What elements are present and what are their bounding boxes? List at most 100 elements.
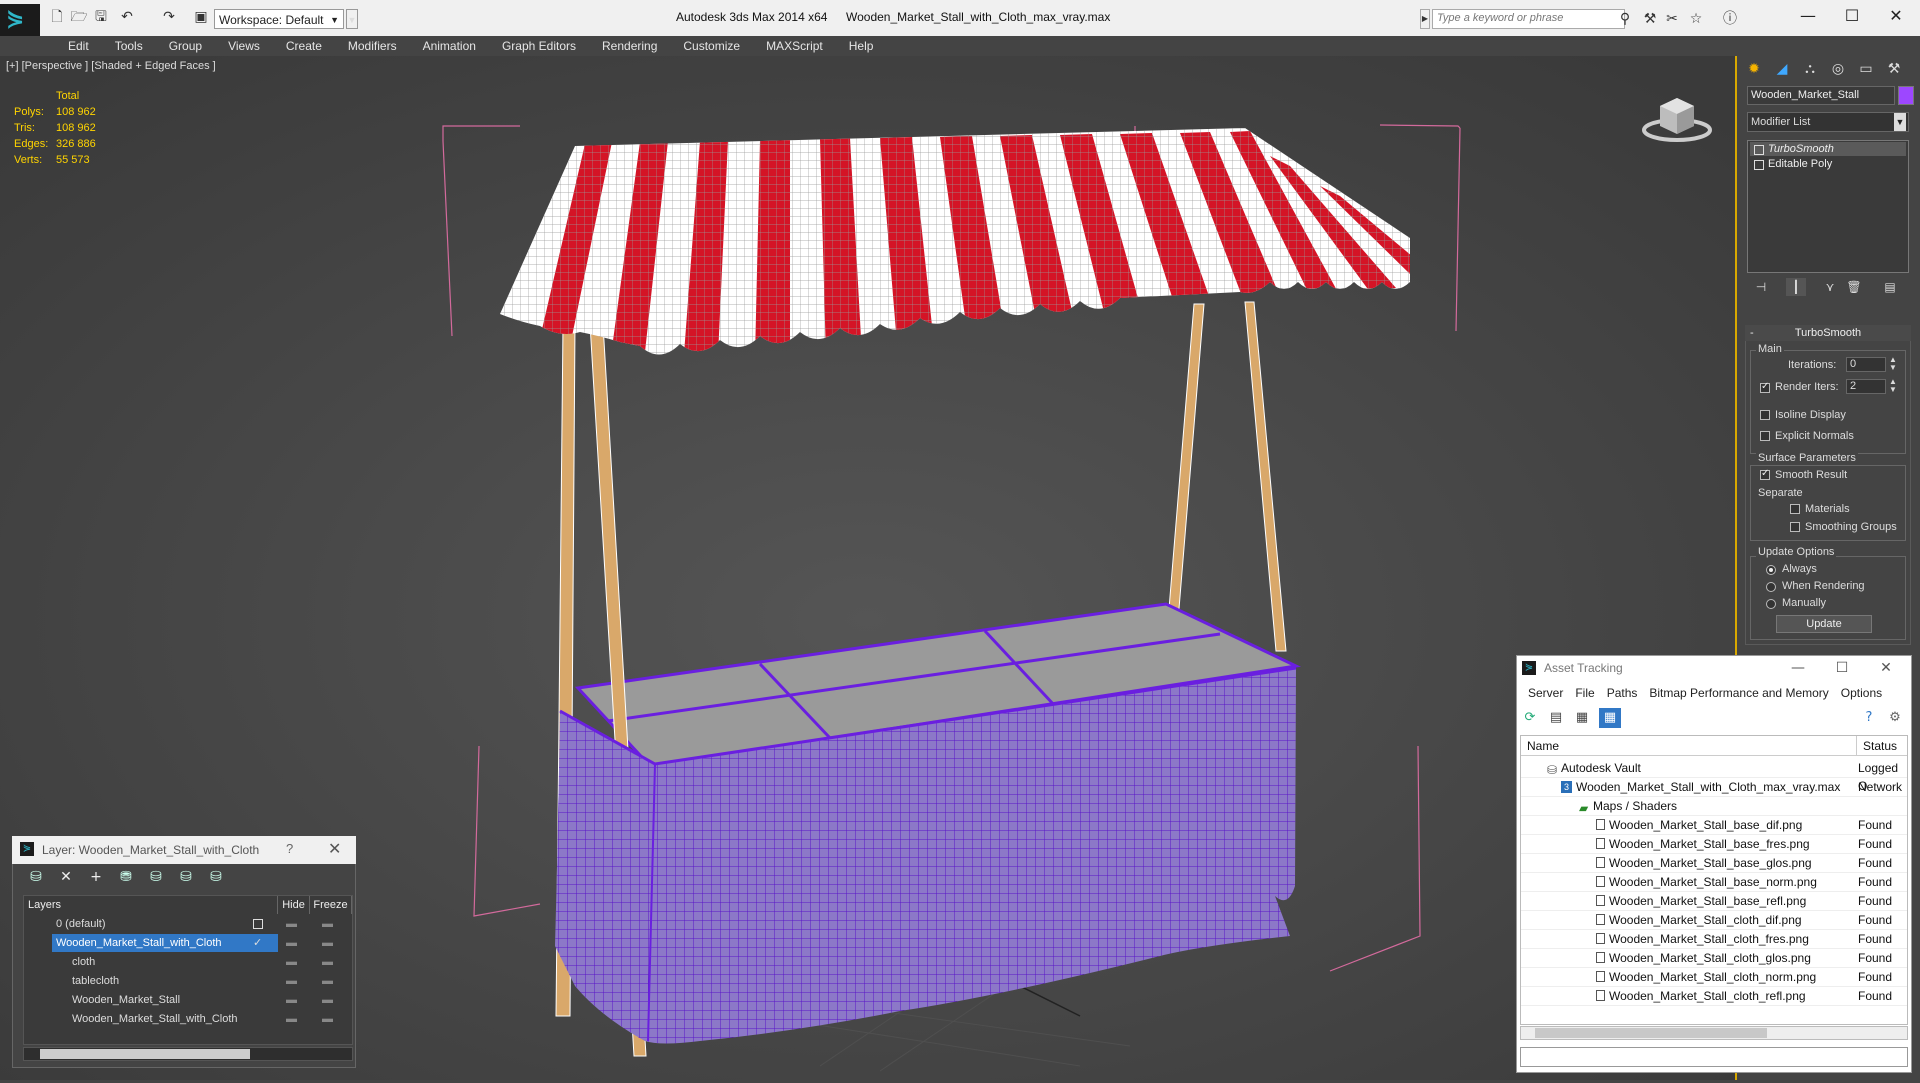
- turbosmooth-rollout-header[interactable]: - TurboSmooth: [1745, 325, 1911, 341]
- asset-row[interactable]: Wooden_Market_Stall_cloth_dif.png Found: [1521, 911, 1907, 930]
- menu-customize[interactable]: Customize: [670, 36, 753, 56]
- minimize-icon[interactable]: —: [1778, 657, 1818, 679]
- object-color-swatch[interactable]: [1898, 86, 1914, 105]
- undo-icon[interactable]: ↶: [118, 8, 136, 26]
- quick-access-more-button[interactable]: ▼: [346, 9, 358, 29]
- help-button[interactable]: ?: [286, 841, 293, 856]
- menu-tools[interactable]: Tools: [102, 36, 156, 56]
- column-header-name[interactable]: Name: [1521, 736, 1857, 756]
- current-layer-check-icon[interactable]: ✓: [253, 934, 262, 952]
- workspace-dropdown[interactable]: Workspace: Default ▼: [214, 9, 344, 29]
- configure-modifier-sets-icon[interactable]: ▤: [1880, 278, 1900, 296]
- hide-unhide-all-icon[interactable]: ⛁: [175, 866, 197, 888]
- favorites-star-icon[interactable]: ☆: [1686, 9, 1706, 29]
- stack-item-editable-poly[interactable]: Editable Poly: [1750, 157, 1906, 171]
- asset-row[interactable]: Wooden_Market_Stall_base_fres.png Found: [1521, 835, 1907, 854]
- viewport-label[interactable]: [+] [Perspective ] [Shaded + Edged Faces…: [6, 60, 216, 72]
- maximize-icon[interactable]: ☐: [1830, 4, 1874, 28]
- menu-edit[interactable]: Edit: [55, 36, 102, 56]
- smooth-result-checkbox[interactable]: [1760, 468, 1770, 480]
- help-icon[interactable]: ?: [1858, 708, 1880, 728]
- show-end-result-icon[interactable]: ┃: [1786, 278, 1806, 296]
- refresh-icon[interactable]: ⟳: [1519, 708, 1541, 728]
- menu-bitmap-performance[interactable]: Bitmap Performance and Memory: [1643, 683, 1834, 703]
- create-tab-icon[interactable]: ✹: [1742, 58, 1766, 80]
- layer-row[interactable]: Wooden_Market_Stall_with_Cloth ▬ ▬: [24, 1010, 352, 1028]
- close-icon[interactable]: ✕: [1866, 657, 1906, 679]
- menu-group[interactable]: Group: [156, 36, 215, 56]
- asset-row[interactable]: Wooden_Market_Stall_cloth_norm.png Found: [1521, 968, 1907, 987]
- communication-center-icon[interactable]: ✂: [1662, 9, 1682, 29]
- help-icon[interactable]: ⓘ: [1720, 9, 1740, 29]
- asset-row[interactable]: 3 Wooden_Market_Stall_with_Cloth_max_vray…: [1521, 778, 1907, 797]
- menu-views[interactable]: Views: [215, 36, 273, 56]
- new-file-icon[interactable]: 🗋: [48, 8, 66, 26]
- layer-row[interactable]: Wooden_Market_Stall_with_Cloth ✓ ▬ ▬: [24, 934, 352, 952]
- asset-row[interactable]: Wooden_Market_Stall_base_glos.png Found: [1521, 854, 1907, 873]
- column-header-status[interactable]: Status: [1857, 736, 1907, 756]
- layer-row[interactable]: tablecloth ▬ ▬: [24, 972, 352, 990]
- layer-row[interactable]: Wooden_Market_Stall ▬ ▬: [24, 991, 352, 1009]
- column-header-freeze[interactable]: Freeze: [310, 896, 352, 914]
- open-file-icon[interactable]: 🗁: [70, 8, 88, 26]
- modify-tab-icon[interactable]: ◢: [1770, 58, 1794, 80]
- freeze-unfreeze-all-icon[interactable]: ⛁: [205, 866, 227, 888]
- menu-options[interactable]: Options: [1835, 683, 1888, 703]
- expand-plus-icon[interactable]: [1754, 160, 1764, 170]
- app-logo-button[interactable]: ⋟: [0, 4, 40, 36]
- smoothing-groups-checkbox[interactable]: [1790, 522, 1800, 532]
- menu-create[interactable]: Create: [273, 36, 335, 56]
- asset-row[interactable]: ⛁ Autodesk Vault Logged O: [1521, 759, 1907, 793]
- binoculars-icon[interactable]: ⚲: [1615, 9, 1635, 29]
- maximize-icon[interactable]: ☐: [1822, 657, 1862, 679]
- asset-row[interactable]: Wooden_Market_Stall_cloth_glos.png Found: [1521, 949, 1907, 968]
- menu-graph-editors[interactable]: Graph Editors: [489, 36, 589, 56]
- update-button[interactable]: Update: [1776, 615, 1872, 633]
- spinner-arrows-icon[interactable]: ▲ ▼: [1889, 356, 1897, 372]
- asset-row[interactable]: Wooden_Market_Stall_base_refl.png Found: [1521, 892, 1907, 911]
- menu-server[interactable]: Server: [1522, 683, 1569, 703]
- close-icon[interactable]: ✕: [328, 839, 341, 858]
- modifier-list-dropdown[interactable]: Modifier List ▼: [1747, 112, 1909, 132]
- remove-modifier-icon[interactable]: 🗑: [1844, 278, 1864, 296]
- materials-checkbox[interactable]: [1790, 504, 1800, 514]
- object-name-field[interactable]: Wooden_Market_Stall: [1747, 86, 1895, 105]
- add-selection-to-layer-icon[interactable]: +: [85, 866, 107, 888]
- menu-animation[interactable]: Animation: [410, 36, 489, 56]
- utilities-tab-icon[interactable]: ⚒: [1882, 58, 1906, 80]
- menu-paths[interactable]: Paths: [1601, 683, 1644, 703]
- project-folder-icon[interactable]: ▣: [192, 8, 210, 26]
- stack-item-turbosmooth[interactable]: TurboSmooth: [1750, 142, 1906, 156]
- search-input[interactable]: Type a keyword or phrase: [1432, 9, 1625, 29]
- spinner-arrows-icon[interactable]: ▲ ▼: [1889, 378, 1897, 394]
- column-header-layers[interactable]: Layers: [24, 896, 278, 914]
- iterations-spinner[interactable]: 0: [1846, 357, 1886, 372]
- manually-radio[interactable]: [1766, 599, 1776, 609]
- motion-tab-icon[interactable]: ◎: [1826, 58, 1850, 80]
- column-header-hide[interactable]: Hide: [278, 896, 310, 914]
- explicit-normals-checkbox[interactable]: [1760, 431, 1770, 441]
- menu-file[interactable]: File: [1569, 683, 1600, 703]
- redo-icon[interactable]: ↷: [160, 8, 178, 26]
- when-rendering-radio[interactable]: [1766, 582, 1776, 592]
- render-iters-checkbox[interactable]: [1760, 381, 1770, 393]
- minimize-icon[interactable]: —: [1786, 4, 1830, 28]
- menu-help[interactable]: Help: [836, 36, 887, 56]
- menu-modifiers[interactable]: Modifiers: [335, 36, 410, 56]
- hierarchy-tab-icon[interactable]: ⛬: [1798, 58, 1822, 80]
- subscription-center-icon[interactable]: ⚒: [1640, 9, 1660, 29]
- display-tab-icon[interactable]: ▭: [1854, 58, 1878, 80]
- close-icon[interactable]: ✕: [1874, 4, 1918, 28]
- asset-row[interactable]: Wooden_Market_Stall_cloth_refl.png Found: [1521, 987, 1907, 1006]
- search-expand-arrow-icon[interactable]: ▶: [1420, 9, 1430, 29]
- view-cube-icon[interactable]: [1642, 92, 1712, 144]
- make-unique-icon[interactable]: ⋎: [1820, 278, 1840, 296]
- layer-row[interactable]: cloth ▬ ▬: [24, 953, 352, 971]
- asset-row[interactable]: Wooden_Market_Stall_base_norm.png Found: [1521, 873, 1907, 892]
- settings-icon[interactable]: ⚙: [1884, 708, 1906, 728]
- asset-path-field[interactable]: [1520, 1047, 1908, 1067]
- current-layer-box-icon[interactable]: [253, 919, 263, 929]
- render-iters-spinner[interactable]: 2: [1846, 379, 1886, 394]
- asset-row[interactable]: ▰ Maps / Shaders: [1521, 797, 1907, 816]
- delete-layer-icon[interactable]: ✕: [55, 866, 77, 888]
